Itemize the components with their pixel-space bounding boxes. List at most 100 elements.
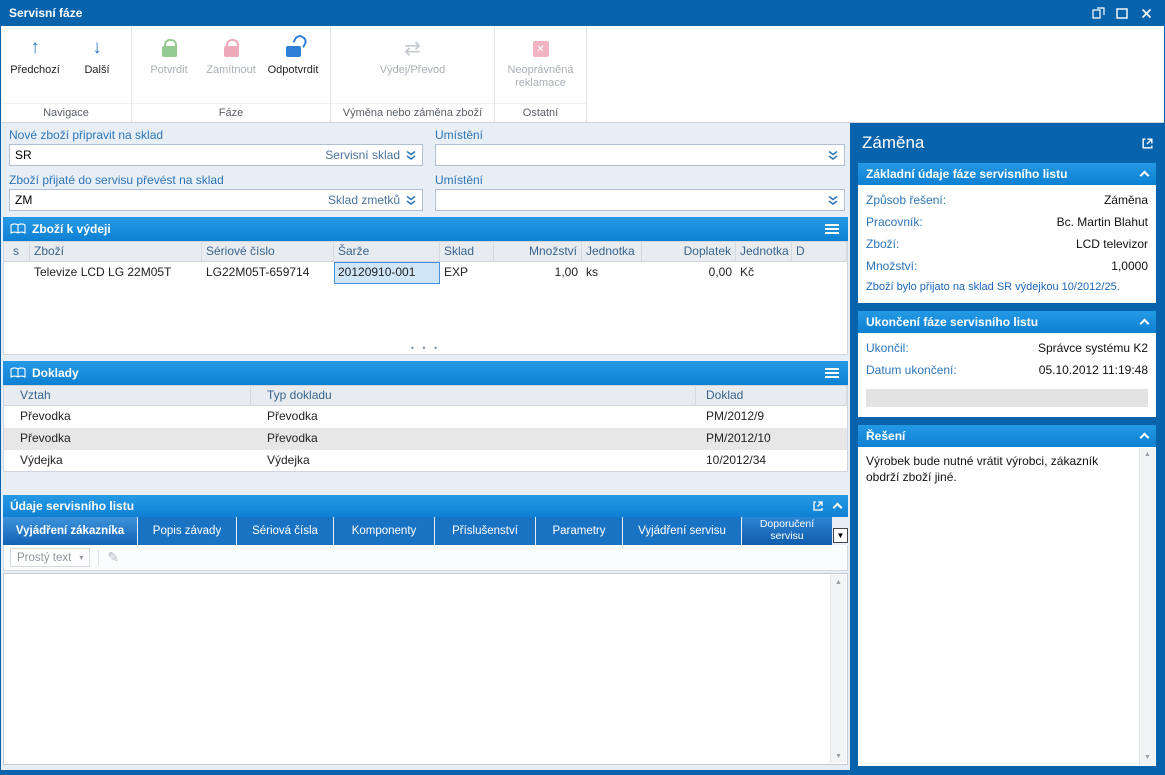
cell[interactable]: Výdejka [4,450,251,472]
cell[interactable]: PM/2012/9 [696,406,847,428]
cell[interactable]: 1,00 [494,262,582,284]
dropdown-icon[interactable] [405,195,417,206]
tab-vyjadreni-zakaznika[interactable]: Vyjádření zákazníka [3,517,137,545]
cell[interactable]: Výdejka [251,450,696,472]
cell[interactable] [4,262,30,284]
popout-icon[interactable] [1141,137,1154,150]
scrollbar[interactable]: ▲ ▼ [1139,448,1155,765]
warehouse-name: Servisní sklad [325,148,400,162]
scroll-up-icon[interactable]: ▲ [831,575,846,589]
column-header[interactable]: s [4,242,30,261]
scroll-up-icon[interactable]: ▲ [1140,448,1155,462]
column-header[interactable]: D [792,242,847,261]
table-row[interactable]: Výdejka Výdejka 10/2012/34 [4,450,847,472]
column-header[interactable]: Šarže [334,242,440,261]
column-header[interactable]: Množství [494,242,582,261]
section-header[interactable]: Základní údaje fáze servisního listu [858,163,1156,185]
solution-textarea[interactable]: Výrobek bude nutné vrátit výrobci, zákaz… [858,447,1156,766]
editor-mode-dropdown[interactable]: Prostý text ▾ [10,548,90,567]
column-header[interactable]: Jednotka [582,242,642,261]
column-header[interactable]: Doplatek [642,242,736,261]
dropdown-icon[interactable] [827,195,839,206]
collapse-chevron-icon[interactable] [1140,171,1150,181]
received-goods-warehouse-input[interactable]: ZM Sklad zmetků [9,189,423,211]
collapse-chevron-icon[interactable] [833,503,843,513]
new-goods-label: Nové zboží připravit na sklad [9,128,163,142]
tab-vyjadreni-servisu[interactable]: Vyjádření servisu [623,517,741,545]
close-icon[interactable] [1136,4,1156,22]
scrollbar[interactable]: ▲ ▼ [830,575,846,763]
invalid-claim-button[interactable]: ✕ Neoprávněná reklamace [499,28,583,103]
cell[interactable]: Televize LCD LG 22M05T [30,262,202,284]
cell[interactable]: EXP [440,262,494,284]
popout-window-icon[interactable] [1088,4,1108,22]
maximize-icon[interactable] [1112,4,1132,22]
cell[interactable]: Převodka [4,406,251,428]
reject-button[interactable]: Zamítnout [200,28,262,103]
button-label: Další [84,64,109,77]
column-header[interactable]: Sklad [440,242,494,261]
tab-prislusenstvi[interactable]: Příslušenství [435,517,535,545]
panel-title: Údaje servisního listu [10,499,134,513]
column-header[interactable]: Sériové číslo [202,242,334,261]
table-row[interactable]: Televize LCD LG 22M05T LG22M05T-659714 2… [4,262,847,284]
column-header[interactable]: Vztah [4,386,251,405]
column-header[interactable]: Jednotka [736,242,792,261]
section-header[interactable]: Řešení [858,425,1156,447]
tab-doporuceni-servisu[interactable]: Doporučení servisu [742,517,832,545]
panel-menu-icon[interactable] [823,365,841,381]
popout-icon[interactable] [812,500,824,512]
tab-overflow-button[interactable]: ▼ [833,528,848,543]
dropdown-icon[interactable] [405,150,417,161]
cell[interactable]: Převodka [4,428,251,450]
table-row[interactable]: Převodka Převodka PM/2012/9 [4,406,847,428]
section-header[interactable]: Ukončení fáze servisního listu [858,311,1156,333]
column-header[interactable]: Typ dokladu [251,386,696,405]
editor-mode-label: Prostý text [17,552,71,564]
column-header[interactable]: Zboží [30,242,202,261]
ribbon-group-label: Ostatní [495,103,586,122]
location-bottom-input[interactable] [435,189,845,211]
new-goods-warehouse-input[interactable]: SR Servisní sklad [9,144,423,166]
splitter-handle[interactable]: • • • [4,343,847,353]
unconfirm-button[interactable]: Odpotvrdit [262,28,324,103]
next-button[interactable]: ↓ Další [66,28,128,103]
stock-receipt-link[interactable]: Zboží bylo přijato na sklad SR výdejkou … [858,277,1156,295]
lock-red-icon [224,33,239,61]
cell[interactable]: Kč [736,262,792,284]
cell[interactable]: LG22M05T-659714 [202,262,334,284]
scroll-down-icon[interactable]: ▼ [831,749,846,763]
field-label: Datum ukončení: [866,363,957,377]
location-top-input[interactable] [435,144,845,166]
book-icon [10,223,26,235]
cell[interactable]: PM/2012/10 [696,428,847,450]
table-row[interactable]: Převodka Převodka PM/2012/10 [4,428,847,450]
cell[interactable]: Převodka [251,428,696,450]
customer-statement-textarea[interactable]: ▲ ▼ [3,573,848,765]
previous-button[interactable]: ↑ Předchozí [4,28,66,103]
section-title: Základní údaje fáze servisního listu [866,167,1067,181]
book-icon [10,367,26,379]
scroll-down-icon[interactable]: ▼ [1140,751,1155,765]
edit-pencil-icon[interactable]: ✎ [107,549,119,566]
tab-seriova-cisla[interactable]: Sériová čísla [237,517,333,545]
column-header[interactable]: Doklad [696,386,847,405]
cell[interactable]: Převodka [251,406,696,428]
tab-parametry[interactable]: Parametry [536,517,622,545]
cell[interactable]: 0,00 [642,262,736,284]
cell[interactable] [792,262,847,284]
field-value: Záměna [1104,193,1148,207]
cell[interactable]: 10/2012/34 [696,450,847,472]
selected-cell[interactable]: 20120910-001 [334,262,440,284]
panel-menu-icon[interactable] [823,221,841,237]
issue-transfer-button[interactable]: ⇄ Výdej/Převod [352,28,474,103]
chevron-down-icon: ▾ [79,553,83,562]
warehouse-code: SR [15,148,325,162]
tab-komponenty[interactable]: Komponenty [334,517,434,545]
collapse-chevron-icon[interactable] [1140,319,1150,329]
collapse-chevron-icon[interactable] [1140,433,1150,443]
confirm-button[interactable]: Potvrdit [138,28,200,103]
cell[interactable]: ks [582,262,642,284]
dropdown-icon[interactable] [827,150,839,161]
tab-popis-zavady[interactable]: Popis závady [138,517,236,545]
